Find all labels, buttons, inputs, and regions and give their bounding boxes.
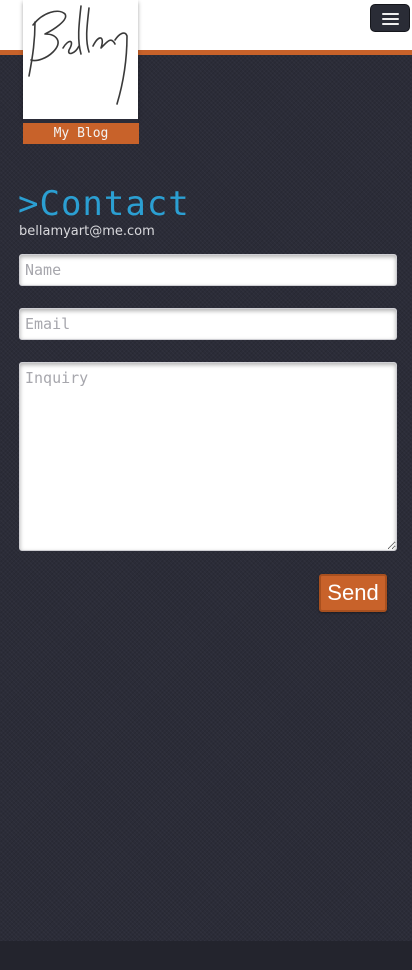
bellamy-signature-logo-icon xyxy=(28,5,128,105)
email-field[interactable] xyxy=(19,308,397,340)
page-title: >Contact xyxy=(18,184,190,224)
send-button[interactable]: Send xyxy=(319,574,387,612)
inquiry-field[interactable] xyxy=(19,362,397,551)
my-blog-link[interactable]: My Blog xyxy=(23,123,139,144)
contact-email: bellamyart@me.com xyxy=(19,224,155,239)
name-field[interactable] xyxy=(19,254,397,286)
logo[interactable] xyxy=(23,0,138,119)
menu-toggle-button[interactable] xyxy=(370,4,410,32)
footer xyxy=(0,941,412,970)
